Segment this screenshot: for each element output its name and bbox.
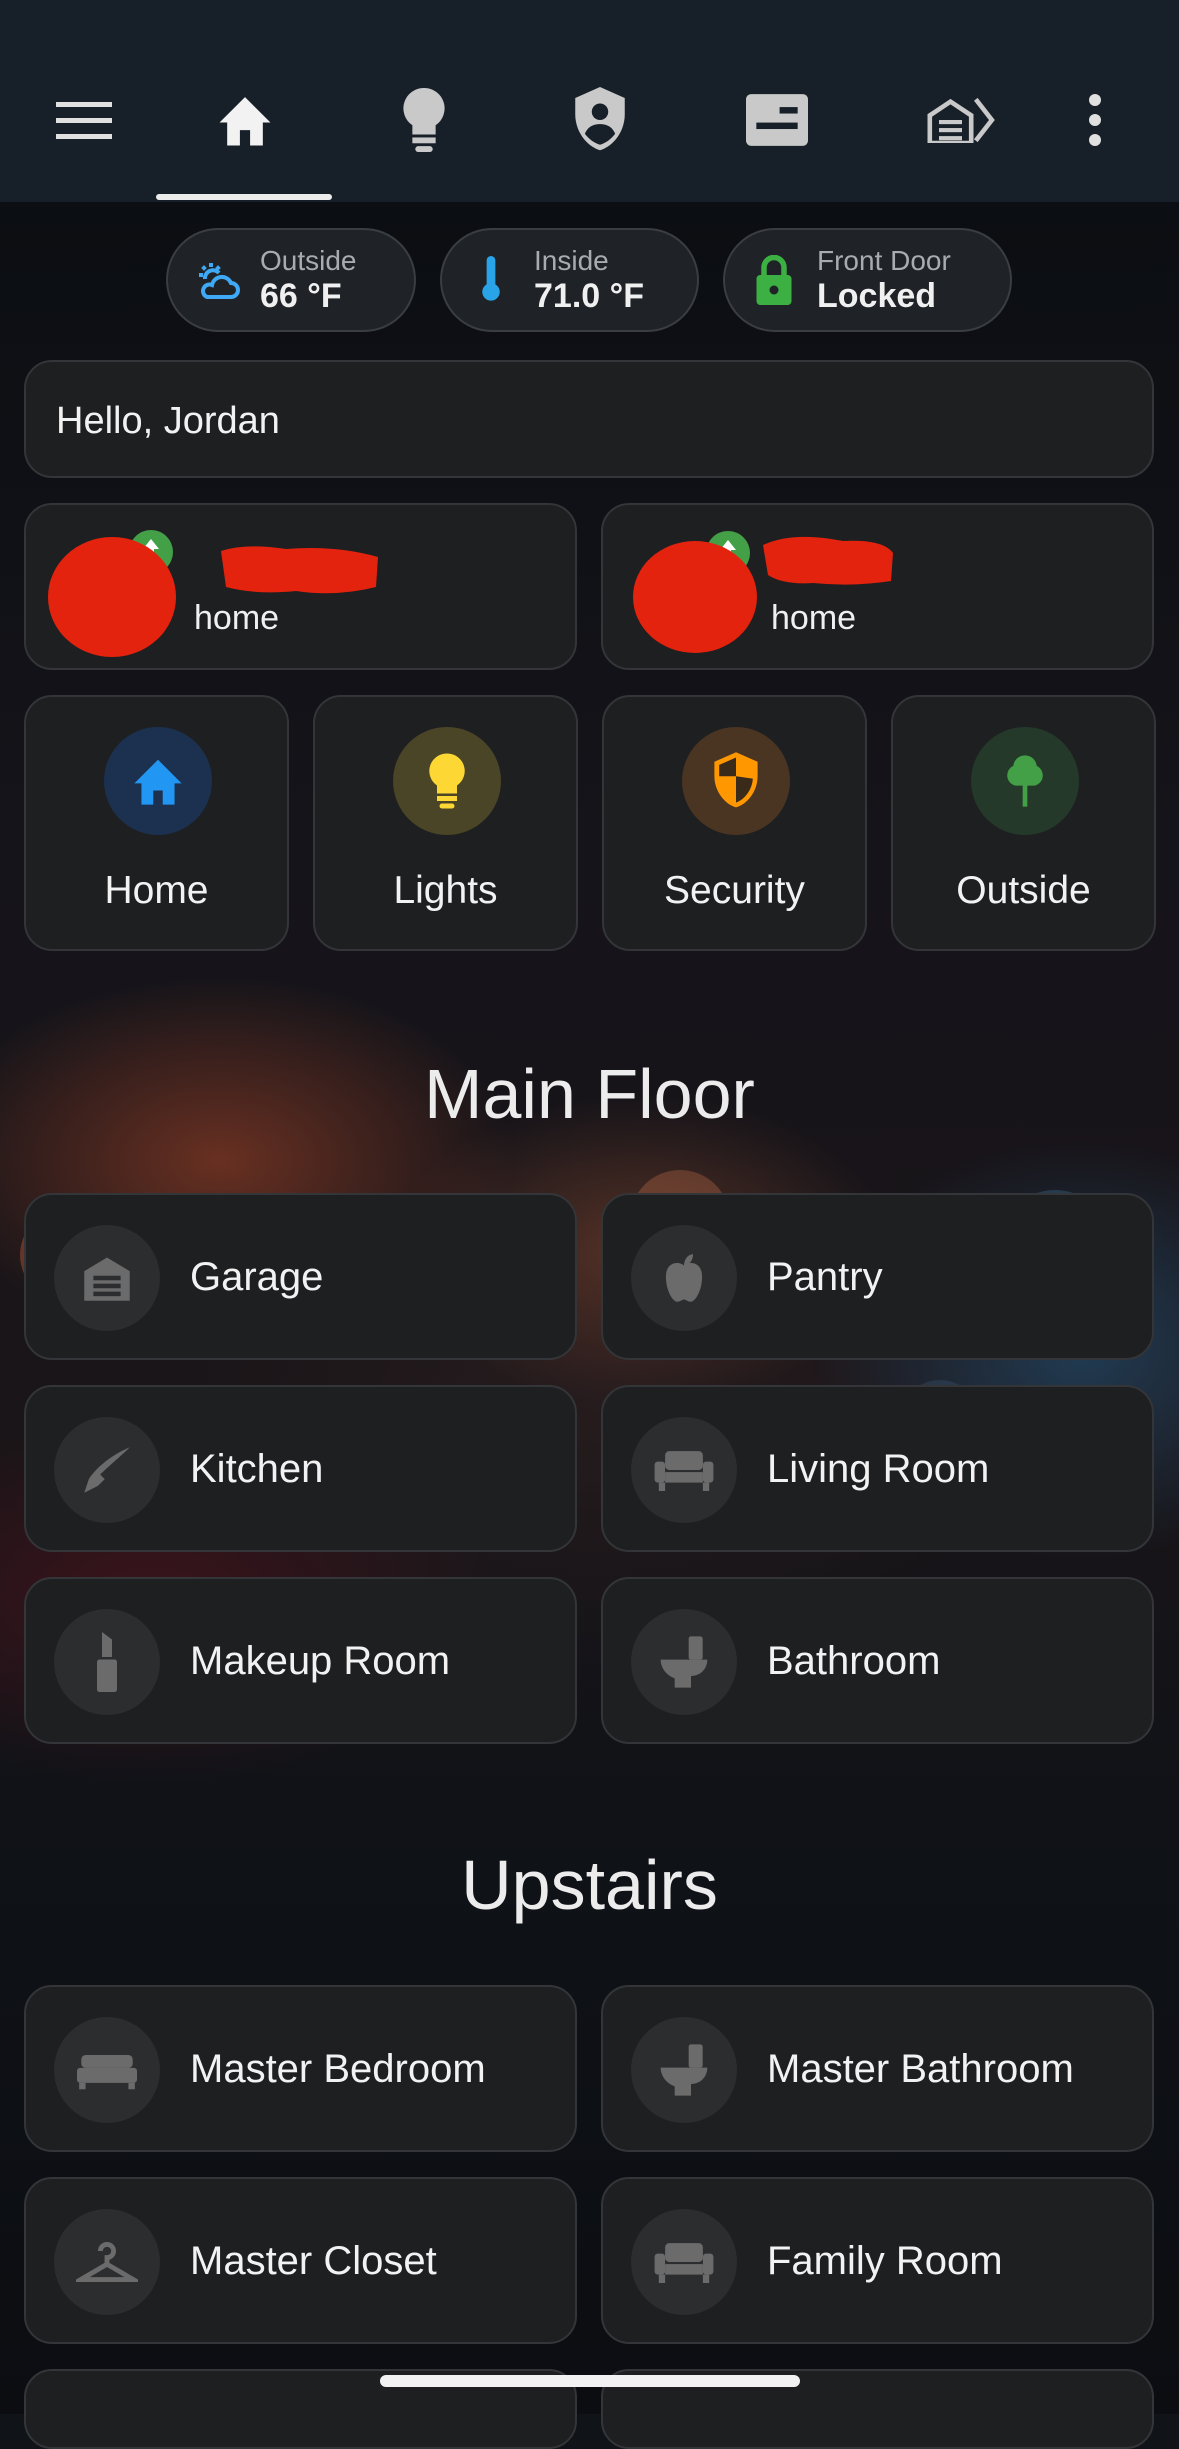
chip-inside-temperature[interactable]: Inside 71.0 °F [440, 228, 699, 332]
nav-card-outside[interactable]: Outside [891, 695, 1156, 951]
greeting-text: Hello, Jordan [56, 400, 280, 442]
greeting-card: Hello, Jordan [24, 360, 1154, 478]
room-card-master-closet[interactable]: Master Closet [24, 2177, 577, 2344]
chip-front-door-lock[interactable]: Front Door Locked [723, 228, 1012, 332]
room-card-kitchen[interactable]: Kitchen [24, 1385, 577, 1552]
card-icon [746, 94, 808, 146]
overflow-menu-button[interactable] [1045, 70, 1145, 170]
chip-label: Inside [534, 245, 609, 276]
home-icon [219, 97, 271, 146]
nav-card-lights[interactable]: Lights [313, 695, 578, 951]
person-card[interactable]: home [24, 503, 577, 670]
nav-card-label: Security [664, 869, 805, 912]
room-label: Living Room [767, 1447, 990, 1491]
shield-half-icon [682, 727, 790, 835]
room-label: Pantry [767, 1255, 883, 1299]
lightbulb-icon [403, 88, 445, 152]
nav-card-label: Outside [956, 869, 1091, 912]
nav-card-home[interactable]: Home [24, 695, 289, 951]
room-card-garage[interactable]: Garage [24, 1193, 577, 1360]
person-state: home [194, 599, 280, 637]
knife-icon [54, 1417, 160, 1523]
chip-value: 71.0 °F [534, 277, 644, 315]
chip-label: Outside [260, 245, 357, 276]
nav-card-label: Lights [393, 869, 498, 912]
section-title-upstairs: Upstairs [461, 1846, 718, 1924]
person-state: home [771, 599, 857, 637]
nav-card-security[interactable]: Security [602, 695, 867, 951]
top-app-bar [0, 0, 1179, 202]
apple-icon [631, 1225, 737, 1331]
garage-arrow-icon [927, 97, 995, 143]
tab-security[interactable] [550, 70, 650, 170]
tab-lights[interactable] [374, 70, 474, 170]
room-card-family-room[interactable]: Family Room [601, 2177, 1154, 2344]
hanger-icon [54, 2209, 160, 2315]
room-label: Makeup Room [190, 1639, 451, 1683]
toilet-icon [631, 1609, 737, 1715]
lock-icon [749, 255, 799, 305]
room-card-makeup-room[interactable]: Makeup Room [24, 1577, 577, 1744]
room-card-pantry[interactable]: Pantry [601, 1193, 1154, 1360]
room-card-master-bedroom[interactable]: Master Bedroom [24, 1985, 577, 2152]
room-card-master-bathroom[interactable]: Master Bathroom [601, 1985, 1154, 2152]
sofa-icon [631, 1417, 737, 1523]
room-label: Family Room [767, 2239, 1003, 2283]
chip-outside-temperature[interactable]: Outside 66 °F [166, 228, 416, 332]
person-card[interactable]: home [601, 503, 1154, 670]
bed-icon [54, 2017, 160, 2123]
toilet-icon [631, 2017, 737, 2123]
tree-icon [971, 727, 1079, 835]
lightbulb-icon [393, 727, 501, 835]
room-card-bathroom[interactable]: Bathroom [601, 1577, 1154, 1744]
chip-value: 66 °F [260, 277, 342, 315]
chip-value: Locked [817, 277, 937, 315]
room-label: Master Bedroom [190, 2047, 486, 2091]
tab-home[interactable] [195, 70, 295, 170]
nav-card-label: Home [104, 869, 209, 912]
menu-button[interactable] [34, 70, 134, 170]
room-label: Master Bathroom [767, 2047, 1074, 2091]
chip-label: Front Door [817, 245, 951, 276]
room-label: Garage [190, 1255, 324, 1299]
section-title-main-floor: Main Floor [424, 1055, 755, 1133]
sofa-icon [631, 2209, 737, 2315]
tab-cards[interactable] [727, 70, 827, 170]
home-icon [104, 727, 212, 835]
thermometer-icon [466, 255, 516, 305]
active-tab-indicator [156, 194, 332, 200]
weather-partly-cloudy-icon [192, 255, 242, 305]
menu-icon [56, 102, 112, 139]
more-vertical-icon [1089, 94, 1101, 146]
gesture-home-indicator[interactable] [380, 2375, 800, 2387]
room-label: Master Closet [190, 2239, 437, 2283]
garage-icon [54, 1225, 160, 1331]
tab-garage[interactable] [912, 70, 1012, 170]
shield-account-icon [575, 87, 625, 151]
room-label: Bathroom [767, 1639, 941, 1683]
room-card-living-room[interactable]: Living Room [601, 1385, 1154, 1552]
room-label: Kitchen [190, 1447, 324, 1491]
lipstick-icon [54, 1609, 160, 1715]
